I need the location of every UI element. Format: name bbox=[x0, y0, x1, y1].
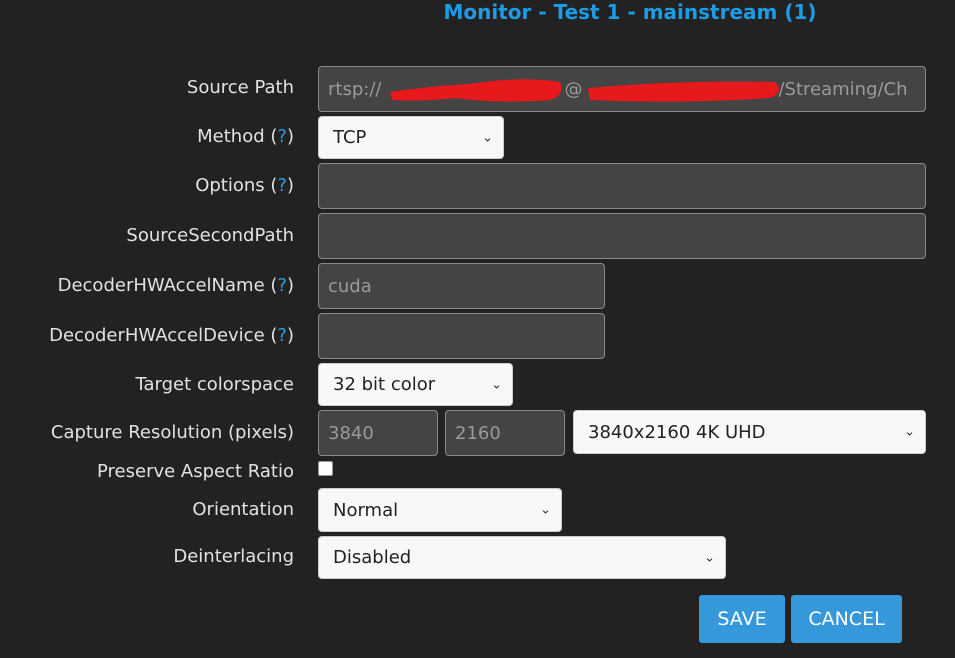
orientation-select[interactable]: Normal ⌄ bbox=[318, 488, 562, 532]
options-label: Options (?) bbox=[195, 175, 294, 196]
method-label: Method (?) bbox=[197, 126, 294, 147]
capture-resolution-preset-select[interactable]: 3840x2160 4K UHD ⌄ bbox=[573, 410, 926, 454]
deinterlacing-select[interactable]: Disabled ⌄ bbox=[318, 536, 726, 579]
target-colorspace-select[interactable]: 32 bit color ⌄ bbox=[318, 363, 513, 406]
deinterlacing-label: Deinterlacing bbox=[173, 546, 294, 567]
preserve-aspect-ratio-checkbox[interactable] bbox=[318, 461, 333, 476]
preserve-aspect-ratio-label: Preserve Aspect Ratio bbox=[97, 461, 294, 482]
decoder-hw-accel-name-label: DecoderHWAccelName (?) bbox=[57, 275, 294, 296]
decoder-hw-accel-device-input[interactable] bbox=[318, 313, 605, 359]
decoder-hw-accel-device-label: DecoderHWAccelDevice (?) bbox=[49, 325, 294, 346]
capture-height-input[interactable]: 2160 bbox=[445, 410, 565, 456]
chevron-down-icon: ⌄ bbox=[704, 550, 715, 565]
source-second-path-input[interactable] bbox=[318, 213, 926, 259]
cancel-button[interactable]: CANCEL bbox=[791, 595, 902, 643]
decoder-hw-accel-name-input[interactable]: cuda bbox=[318, 263, 605, 309]
options-help-link[interactable]: ? bbox=[277, 175, 287, 196]
method-help-link[interactable]: ? bbox=[277, 126, 287, 147]
capture-resolution-label: Capture Resolution (pixels) bbox=[50, 422, 294, 443]
chevron-down-icon: ⌄ bbox=[904, 424, 915, 440]
chevron-down-icon: ⌄ bbox=[482, 130, 493, 145]
method-select[interactable]: TCP ⌄ bbox=[318, 116, 504, 159]
source-second-path-label: SourceSecondPath bbox=[126, 225, 294, 246]
decoder-device-help-link[interactable]: ? bbox=[277, 325, 287, 346]
save-button[interactable]: SAVE bbox=[699, 595, 785, 643]
orientation-label: Orientation bbox=[192, 499, 294, 520]
capture-width-input[interactable]: 3840 bbox=[318, 410, 438, 456]
decoder-name-help-link[interactable]: ? bbox=[277, 275, 287, 296]
options-input[interactable] bbox=[318, 163, 926, 209]
chevron-down-icon: ⌄ bbox=[491, 377, 502, 392]
target-colorspace-label: Target colorspace bbox=[135, 374, 294, 395]
chevron-down-icon: ⌄ bbox=[540, 502, 551, 518]
